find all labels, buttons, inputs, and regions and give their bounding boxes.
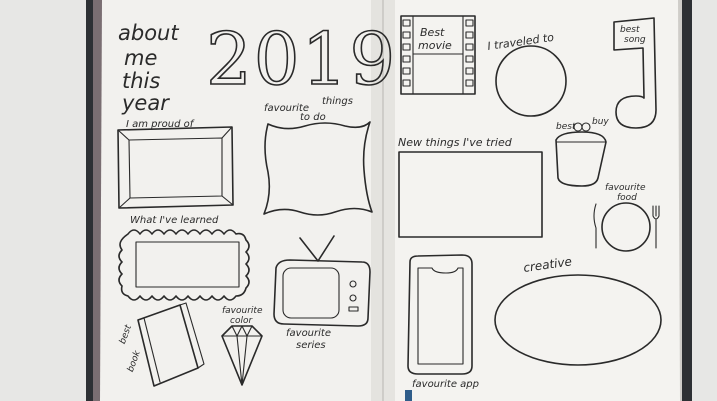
svg-text:this: this bbox=[122, 69, 160, 93]
food-label-1: favourite bbox=[605, 183, 646, 193]
food-label-2: food bbox=[617, 193, 637, 203]
movie-label-1: Best bbox=[420, 26, 445, 39]
buy-label-1: best bbox=[556, 122, 576, 132]
song-label-1: best bbox=[620, 25, 640, 35]
series-label-2: series bbox=[296, 340, 326, 351]
movie-label-2: movie bbox=[418, 39, 452, 52]
svg-text:me: me bbox=[124, 46, 157, 70]
series-label-1: favourite bbox=[286, 328, 331, 339]
app-label: favourite app bbox=[412, 379, 479, 390]
svg-text:about: about bbox=[118, 21, 179, 45]
learned-label: What I've learned bbox=[130, 215, 219, 226]
ribbon-bookmark bbox=[405, 390, 412, 401]
buy-label-2: buy bbox=[592, 117, 609, 127]
svg-text:year: year bbox=[121, 91, 170, 115]
color-label-2: color bbox=[230, 316, 253, 326]
things-label-3: to do bbox=[300, 112, 326, 123]
bullet-journal-photo: about me this year 2019 I am proud of fa… bbox=[0, 0, 717, 401]
tried-label: New things I've tried bbox=[398, 136, 513, 149]
song-label-2: song bbox=[624, 35, 646, 45]
things-label-2: things bbox=[322, 96, 353, 107]
color-label-1: favourite bbox=[222, 306, 263, 316]
year-title: 2019 bbox=[206, 17, 397, 101]
